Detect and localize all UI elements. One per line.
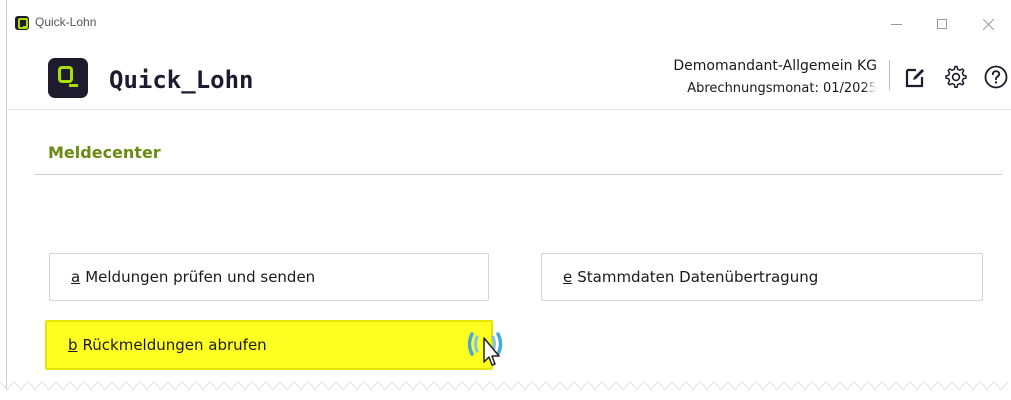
button-label: Meldungen prüfen und senden [85, 268, 316, 286]
brand-name: Quick_Lohn [109, 66, 254, 94]
meldungen-pruefen-button[interactable]: a Meldungen prüfen und senden [49, 253, 489, 301]
rueckmeldungen-abrufen-button[interactable]: b Rückmeldungen abrufen [45, 320, 493, 370]
client-name: Demomandant-Allgemein KG [673, 58, 877, 74]
section-divider [34, 174, 1002, 175]
torn-edge [0, 378, 1011, 400]
button-label: Rückmeldungen abrufen [82, 336, 267, 354]
help-icon [984, 65, 1008, 89]
minimize-button[interactable] [873, 10, 919, 38]
close-icon [982, 18, 994, 30]
help-button[interactable] [983, 64, 1009, 90]
button-label: Stammdaten Datenübertragung [577, 268, 819, 286]
gear-icon [945, 65, 967, 89]
client-info: Demomandant-Allgemein KG Abrechnungsmona… [673, 56, 877, 99]
billing-month: Abrechnungsmonat: 01/2025 [687, 81, 877, 96]
title-bar: Quick-Lohn [7, 0, 1011, 42]
close-button[interactable] [965, 10, 1011, 38]
section-title: Meldecenter [48, 143, 161, 162]
maximize-button[interactable] [919, 10, 965, 38]
shortcut-key: a [71, 268, 81, 286]
app-window: Quick-Lohn Quick_Lohn Demomandant-Allgem… [6, 0, 1011, 400]
minimize-icon [890, 23, 902, 25]
shortcut-key: b [68, 336, 78, 354]
edit-button[interactable] [902, 64, 928, 90]
maximize-icon [937, 19, 947, 29]
mouse-cursor-icon [462, 324, 510, 372]
edit-icon [905, 68, 924, 88]
stammdaten-uebertragung-button[interactable]: e Stammdaten Datenübertragung [541, 253, 983, 301]
app-header: Quick_Lohn Demomandant-Allgemein KG Abre… [7, 46, 1011, 110]
app-icon [15, 16, 29, 30]
logo-icon [48, 58, 88, 98]
shortcut-key: e [563, 268, 573, 286]
settings-button[interactable] [943, 64, 969, 90]
window-title: Quick-Lohn [35, 15, 97, 29]
text-fade [863, 80, 885, 104]
header-divider [889, 60, 890, 90]
